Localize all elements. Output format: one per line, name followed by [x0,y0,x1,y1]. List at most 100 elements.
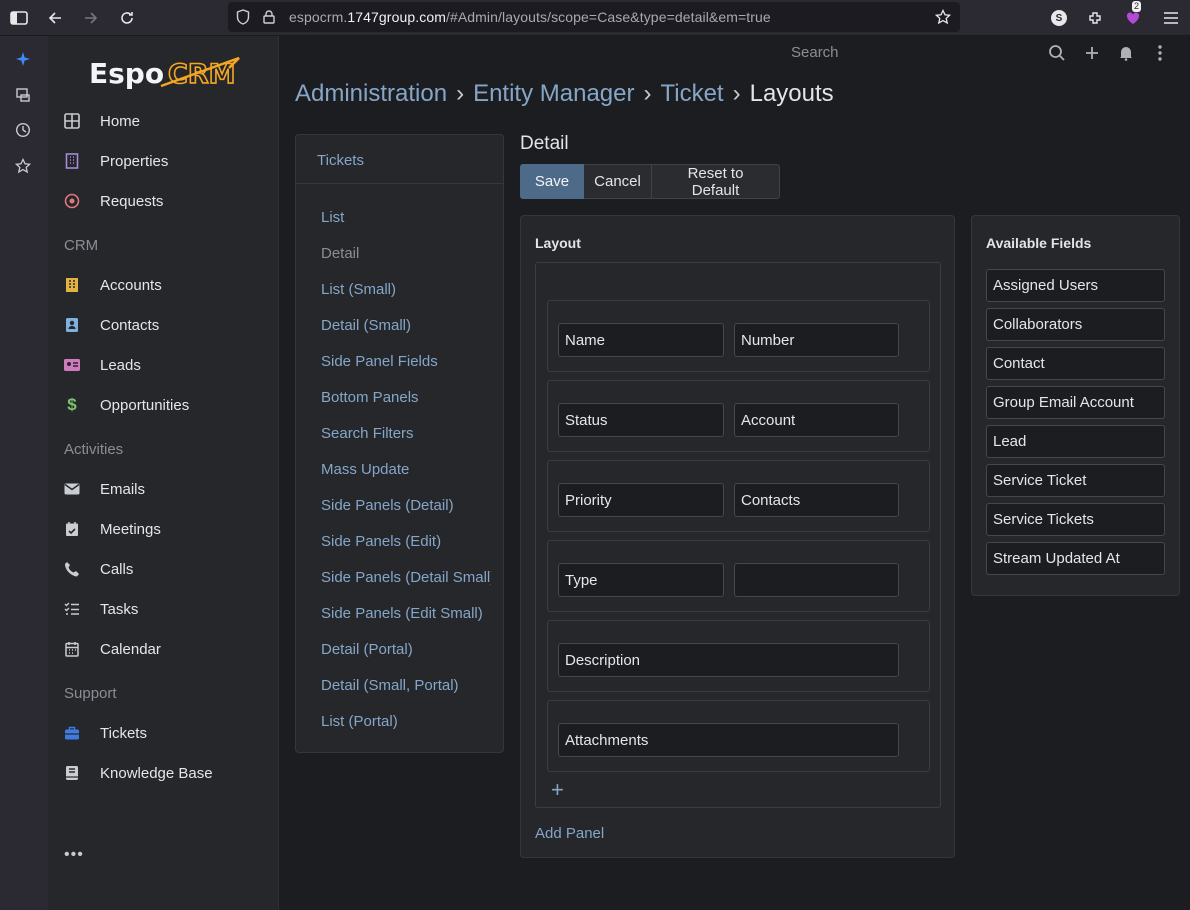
sidebar-item-requests[interactable]: Requests [48,183,279,219]
url-path: /#Admin/layouts/scope=Case&type=detail&e… [445,9,771,25]
synced-tabs-icon[interactable] [10,82,36,108]
forward-icon[interactable] [78,5,104,31]
breadcrumb-ticket[interactable]: Ticket [660,80,723,107]
breadcrumb-administration[interactable]: Administration [295,80,447,107]
available-field-item[interactable]: Service Ticket [986,464,1165,497]
layout-link-detail-small-portal[interactable]: Detail (Small, Portal) [321,677,459,694]
layout-cell-name[interactable]: Name [558,323,724,357]
layout-types-panel-header: Tickets [296,135,503,184]
sidebar-item-home[interactable]: Home [48,103,279,139]
breadcrumb-entity-manager[interactable]: Entity Manager [473,80,634,107]
sidebar-item-leads[interactable]: Leads [48,347,279,383]
url-domain: 1747group.com [347,9,446,25]
layout-row[interactable]: Priority Contacts [547,460,930,532]
lock-icon[interactable] [256,4,282,30]
available-field-item[interactable]: Stream Updated At [986,542,1165,575]
sidebar-item-tasks[interactable]: Tasks [48,591,279,627]
layout-cell-empty[interactable] [734,563,899,597]
account-avatar-icon[interactable]: S [1046,5,1072,31]
layout-cell-contacts[interactable]: Contacts [734,483,899,517]
layout-link-list[interactable]: List [321,209,344,226]
back-icon[interactable] [42,5,68,31]
sidebar-item-calls[interactable]: Calls [48,551,279,587]
layout-cell-type[interactable]: Type [558,563,724,597]
layout-row[interactable]: Description [547,620,930,692]
id-card-icon [62,355,82,375]
layout-types-panel-title[interactable]: Tickets [317,152,364,169]
layout-panel-title: Layout [535,235,581,251]
shield-icon[interactable] [230,4,256,30]
layout-link-side-panels-detail[interactable]: Side Panels (Detail) [321,497,454,514]
available-field-item[interactable]: Lead [986,425,1165,458]
bookmarks-star-icon[interactable] [10,153,36,179]
espocrm-logo[interactable]: Espo CRM [89,52,249,92]
history-icon[interactable] [10,117,36,143]
layout-link-side-panels-detail-small[interactable]: Side Panels (Detail Small) [321,569,491,586]
layout-link-bottom-panels[interactable]: Bottom Panels [321,389,419,406]
sidebar-item-contacts[interactable]: Contacts [48,307,279,343]
sidebar-item-meetings[interactable]: Meetings [48,511,279,547]
layout-link-search-filters[interactable]: Search Filters [321,425,414,442]
layout-link-list-portal[interactable]: List (Portal) [321,713,398,730]
extension-heart-icon[interactable]: 2 [1120,1,1146,31]
available-field-item[interactable]: Collaborators [986,308,1165,341]
plus-icon[interactable] [1081,42,1103,64]
url-text[interactable]: espocrm.1747group.com/#Admin/layouts/sco… [289,9,771,25]
layout-panel-body[interactable]: Name Number Status Account Priority Cont… [535,262,941,808]
available-field-item[interactable]: Assigned Users [986,269,1165,302]
layout-cell-priority[interactable]: Priority [558,483,724,517]
layout-cell-attachments[interactable]: Attachments [558,723,899,757]
layout-row[interactable]: Type [547,540,930,612]
sidebar-item-label: Emails [100,480,146,498]
save-button[interactable]: Save [520,164,584,199]
sidebar-more-icon[interactable]: ••• [64,846,84,864]
sidebar-toggle-icon[interactable] [6,5,32,31]
bell-icon[interactable] [1115,42,1137,64]
reset-to-default-button[interactable]: Reset to Default [652,164,780,199]
extensions-icon[interactable] [1082,5,1108,31]
sidebar-item-label: Tickets [100,724,147,742]
sidebar-item-calendar[interactable]: Calendar [48,631,279,667]
layout-cell-status[interactable]: Status [558,403,724,437]
add-row-icon[interactable]: + [551,777,564,803]
layout-link-side-panel-fields[interactable]: Side Panel Fields [321,353,438,370]
url-prefix: espocrm. [289,9,348,25]
global-search-input[interactable]: Search [791,44,839,61]
layout-row[interactable]: Attachments [547,700,930,772]
available-field-item[interactable]: Service Tickets [986,503,1165,536]
layout-link-list-small[interactable]: List (Small) [321,281,396,298]
available-field-item[interactable]: Group Email Account [986,386,1165,419]
breadcrumb: Administration › Entity Manager › Ticket › Lay… [295,80,834,108]
sidebar-item-label: Meetings [100,520,161,538]
layout-link-detail-small[interactable]: Detail (Small) [321,317,411,334]
search-icon[interactable] [1046,42,1068,64]
layout-link-detail-portal[interactable]: Detail (Portal) [321,641,413,658]
reload-icon[interactable] [114,5,140,31]
layout-row[interactable]: Status Account [547,380,930,452]
bookmark-star-icon[interactable] [930,4,956,30]
hamburger-menu-icon[interactable] [1158,5,1184,31]
available-field-item[interactable]: Contact [986,347,1165,380]
layout-link-detail[interactable]: Detail [321,245,359,262]
sidebar-item-emails[interactable]: Emails [48,471,279,507]
cancel-button[interactable]: Cancel [584,164,652,199]
layout-link-mass-update[interactable]: Mass Update [321,461,409,478]
sidebar-item-knowledge-base[interactable]: Knowledge Base [48,755,279,791]
sidebar-item-label: Leads [100,356,141,374]
sidebar-item-accounts[interactable]: Accounts [48,267,279,303]
kebab-menu-icon[interactable] [1149,42,1171,64]
url-bar[interactable]: espocrm.1747group.com/#Admin/layouts/sco… [228,2,960,32]
layout-link-side-panels-edit[interactable]: Side Panels (Edit) [321,533,441,550]
layout-row[interactable]: Name Number [547,300,930,372]
sidebar-item-tickets[interactable]: Tickets [48,715,279,751]
sidebar-item-opportunities[interactable]: $ Opportunities [48,387,279,423]
add-panel-link[interactable]: Add Panel [535,825,604,842]
layout-cell-account[interactable]: Account [734,403,899,437]
extension-badge: 2 [1132,1,1142,12]
layout-link-side-panels-edit-small[interactable]: Side Panels (Edit Small) [321,605,483,622]
sidebar-item-label: Home [100,112,141,130]
ai-sparkle-icon[interactable] [10,46,36,72]
layout-cell-number[interactable]: Number [734,323,899,357]
layout-cell-description[interactable]: Description [558,643,899,677]
sidebar-item-properties[interactable]: Properties [48,143,279,179]
